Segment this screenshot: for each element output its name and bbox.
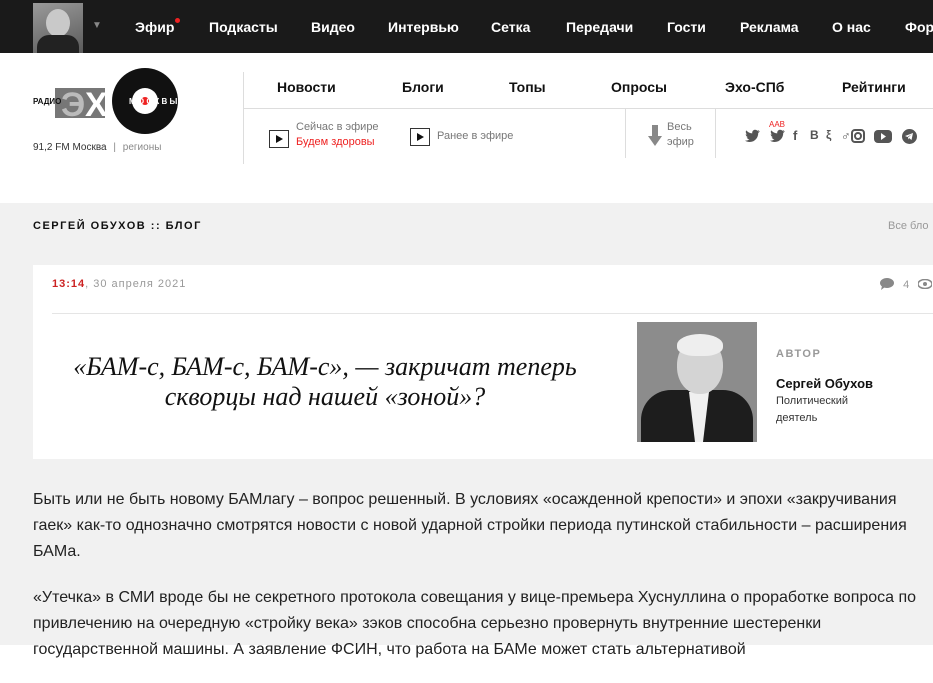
comments-count: 4: [903, 279, 910, 291]
top-bar: ▼ Эфир Подкасты Видео Интервью Сетка Пер…: [0, 0, 933, 53]
svg-text:Э: Э: [61, 86, 85, 124]
earlier-on-air[interactable]: Ранее в эфире: [437, 129, 513, 144]
post-headline: «БАМ-с, БАМ-с, БАМ-с», — закричат теперь…: [73, 352, 577, 411]
all-blogs-link[interactable]: Все бло: [888, 220, 928, 232]
nav-blogs[interactable]: Блоги: [402, 79, 444, 95]
author-name[interactable]: Сергей Обухов: [776, 376, 873, 391]
article-body: Быть или не быть новому БАМлагу – вопрос…: [33, 487, 933, 683]
frequency-label: 91,2 FM Москва: [33, 142, 107, 153]
author-avatar[interactable]: [637, 322, 757, 442]
play-now-icon[interactable]: [269, 130, 289, 148]
post-date-text: , 30 апреля 2021: [85, 278, 187, 290]
topnav-video[interactable]: Видео: [311, 19, 355, 35]
logo-radio-text: РАДИО: [33, 97, 61, 106]
nav-echo-spb[interactable]: Эхо-СПб: [725, 79, 784, 95]
topnav-guests[interactable]: Гости: [667, 19, 706, 35]
topnav-podcasts[interactable]: Подкасты: [209, 19, 278, 35]
header-divider: [243, 72, 244, 164]
live-indicator-icon: [175, 18, 180, 23]
views-eye-icon: [917, 278, 933, 290]
topnav-schedule[interactable]: Сетка: [491, 19, 530, 35]
youtube-icon[interactable]: [874, 130, 892, 143]
aab-label: AAB: [769, 120, 786, 129]
nav-news[interactable]: Новости: [277, 79, 336, 95]
header-divider: [625, 108, 626, 158]
post-date: 13:14, 30 апреля 2021: [52, 278, 186, 290]
topnav-shows[interactable]: Передачи: [566, 19, 633, 35]
topnav-forum[interactable]: Фор: [905, 19, 933, 35]
odnoklassniki-icon[interactable]: ♂: [830, 128, 851, 143]
article-paragraph: Быть или не быть новому БАМлагу – вопрос…: [33, 491, 907, 560]
header-divider: [715, 108, 716, 158]
facebook-icon[interactable]: f: [793, 128, 797, 143]
comments-counter[interactable]: 4: [880, 278, 933, 291]
all-air-link[interactable]: Весь эфир: [667, 120, 694, 150]
comment-icon: [880, 278, 894, 290]
all-air-line2: эфир: [667, 136, 694, 148]
download-arrow-icon[interactable]: [648, 125, 662, 147]
twitter-aab-icon[interactable]: [770, 129, 786, 143]
topnav-about[interactable]: О нас: [832, 19, 871, 35]
current-host-thumbnail[interactable]: [33, 3, 83, 53]
logo-frequency: 91,2 FM Москва | регионы: [33, 142, 162, 153]
topnav-interviews[interactable]: Интервью: [388, 19, 459, 35]
topnav-efir[interactable]: Эфир: [135, 19, 174, 35]
now-on-air-label: Сейчас в эфире: [296, 121, 379, 133]
vk-icon[interactable]: B: [810, 128, 819, 142]
instagram-icon[interactable]: [851, 129, 865, 143]
twitter-icon[interactable]: [745, 129, 761, 143]
regions-link[interactable]: регионы: [123, 142, 162, 153]
logo-moscow-text: М О С К В Ы: [129, 97, 177, 106]
telegram-icon[interactable]: [902, 129, 917, 144]
nav-tops[interactable]: Топы: [509, 79, 546, 95]
now-on-air[interactable]: Сейчас в эфире Будем здоровы: [296, 120, 379, 150]
chevron-down-icon[interactable]: ▼: [92, 20, 102, 31]
nav-polls[interactable]: Опросы: [611, 79, 667, 95]
card-divider: [52, 313, 933, 314]
topnav-ads[interactable]: Реклама: [740, 19, 799, 35]
all-air-line1: Весь: [667, 121, 692, 133]
author-label: АВТОР: [776, 348, 822, 360]
header-divider: [243, 108, 933, 109]
article-paragraph: «Утечка» в СМИ вроде бы не секретного пр…: [33, 589, 917, 658]
post-time: 13:14: [52, 278, 86, 290]
now-on-air-show[interactable]: Будем здоровы: [296, 135, 379, 150]
play-earlier-icon[interactable]: [410, 128, 430, 146]
nav-ratings[interactable]: Рейтинги: [842, 79, 906, 95]
author-description: Политический деятель: [776, 395, 848, 424]
blog-title[interactable]: СЕРГЕЙ ОБУХОВ :: БЛОГ: [33, 220, 202, 232]
echo-moskvy-logo[interactable]: Э Х РАДИО М О С К В Ы: [33, 68, 203, 134]
svg-text:Х: Х: [85, 86, 108, 124]
